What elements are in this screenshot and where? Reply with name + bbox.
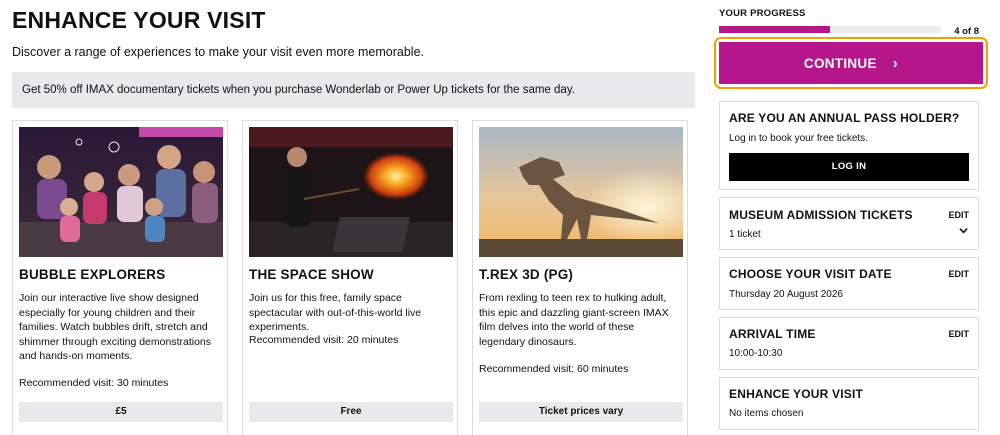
summary-heading: CHOOSE YOUR VISIT DATE [729, 267, 892, 281]
card-price-button[interactable]: Free [249, 402, 453, 422]
summary-value: 10:00-10:30 [729, 348, 783, 359]
annual-pass-text: Log in to book your free tickets. [729, 133, 868, 144]
continue-focus-ring: CONTINUE › [714, 37, 988, 89]
log-in-button[interactable]: LOG IN [729, 153, 969, 181]
card-recommended-visit: Recommended visit: 20 minutes [249, 334, 399, 346]
continue-button[interactable]: CONTINUE › [719, 42, 983, 84]
children-watching-bubbles-photo [19, 127, 223, 257]
progress-bar [719, 26, 941, 33]
summary-heading: MUSEUM ADMISSION TICKETS [729, 208, 913, 222]
card-recommended-visit: Recommended visit: 60 minutes [479, 363, 629, 375]
card-recommended-visit: Recommended visit: 30 minutes [19, 377, 169, 389]
annual-pass-heading: ARE YOU AN ANNUAL PASS HOLDER? [729, 111, 960, 125]
summary-heading: ARRIVAL TIME [729, 327, 816, 341]
chevron-down-icon[interactable] [959, 226, 968, 235]
summary-admission-tickets: MUSEUM ADMISSION TICKETS EDIT 1 ticket [719, 197, 979, 250]
summary-value: Thursday 20 August 2026 [729, 289, 843, 300]
summary-visit-date: CHOOSE YOUR VISIT DATE EDIT Thursday 20 … [719, 257, 979, 310]
page-title: ENHANCE YOUR VISIT [12, 7, 266, 33]
chevron-right-icon: › [892, 54, 899, 72]
presenter-with-fireball-photo [249, 127, 453, 257]
summary-value: 1 ticket [729, 229, 761, 240]
summary-arrival-time: ARRIVAL TIME EDIT 10:00-10:30 [719, 317, 979, 370]
card-price-button[interactable]: £5 [19, 402, 223, 422]
annual-pass-panel: ARE YOU AN ANNUAL PASS HOLDER? Log in to… [719, 101, 979, 190]
edit-admission-link[interactable]: EDIT [948, 210, 969, 220]
card-description: Join our interactive live show designed … [19, 292, 212, 362]
page-subtitle: Discover a range of experiences to make … [12, 45, 424, 59]
progress-bar-fill [719, 26, 830, 33]
card-description: Join us for this free, family space spec… [249, 292, 422, 333]
experience-card-space-show[interactable]: THE SPACE SHOW Join us for this free, fa… [242, 120, 458, 435]
card-title: THE SPACE SHOW [249, 267, 374, 282]
t-rex-at-sunset-photo [479, 127, 683, 257]
card-title: BUBBLE EXPLORERS [19, 267, 166, 282]
edit-arrival-link[interactable]: EDIT [948, 329, 969, 339]
summary-heading: ENHANCE YOUR VISIT [729, 387, 864, 401]
progress-label: YOUR PROGRESS [719, 8, 806, 19]
summary-value: No items chosen [729, 408, 804, 419]
card-title: T.REX 3D (PG) [479, 267, 574, 282]
summary-enhance-visit: ENHANCE YOUR VISIT No items chosen [719, 377, 979, 430]
progress-count: 4 of 8 [954, 26, 979, 37]
card-price-button[interactable]: Ticket prices vary [479, 402, 683, 422]
edit-date-link[interactable]: EDIT [948, 269, 969, 279]
experience-card-bubble-explorers[interactable]: BUBBLE EXPLORERS Join our interactive li… [12, 120, 228, 435]
promo-banner: Get 50% off IMAX documentary tickets whe… [12, 72, 695, 108]
continue-label: CONTINUE [803, 55, 877, 71]
card-description: From rexling to teen rex to hulking adul… [479, 292, 669, 348]
experience-card-t-rex-3d[interactable]: T.REX 3D (PG) From rexling to teen rex t… [472, 120, 688, 435]
